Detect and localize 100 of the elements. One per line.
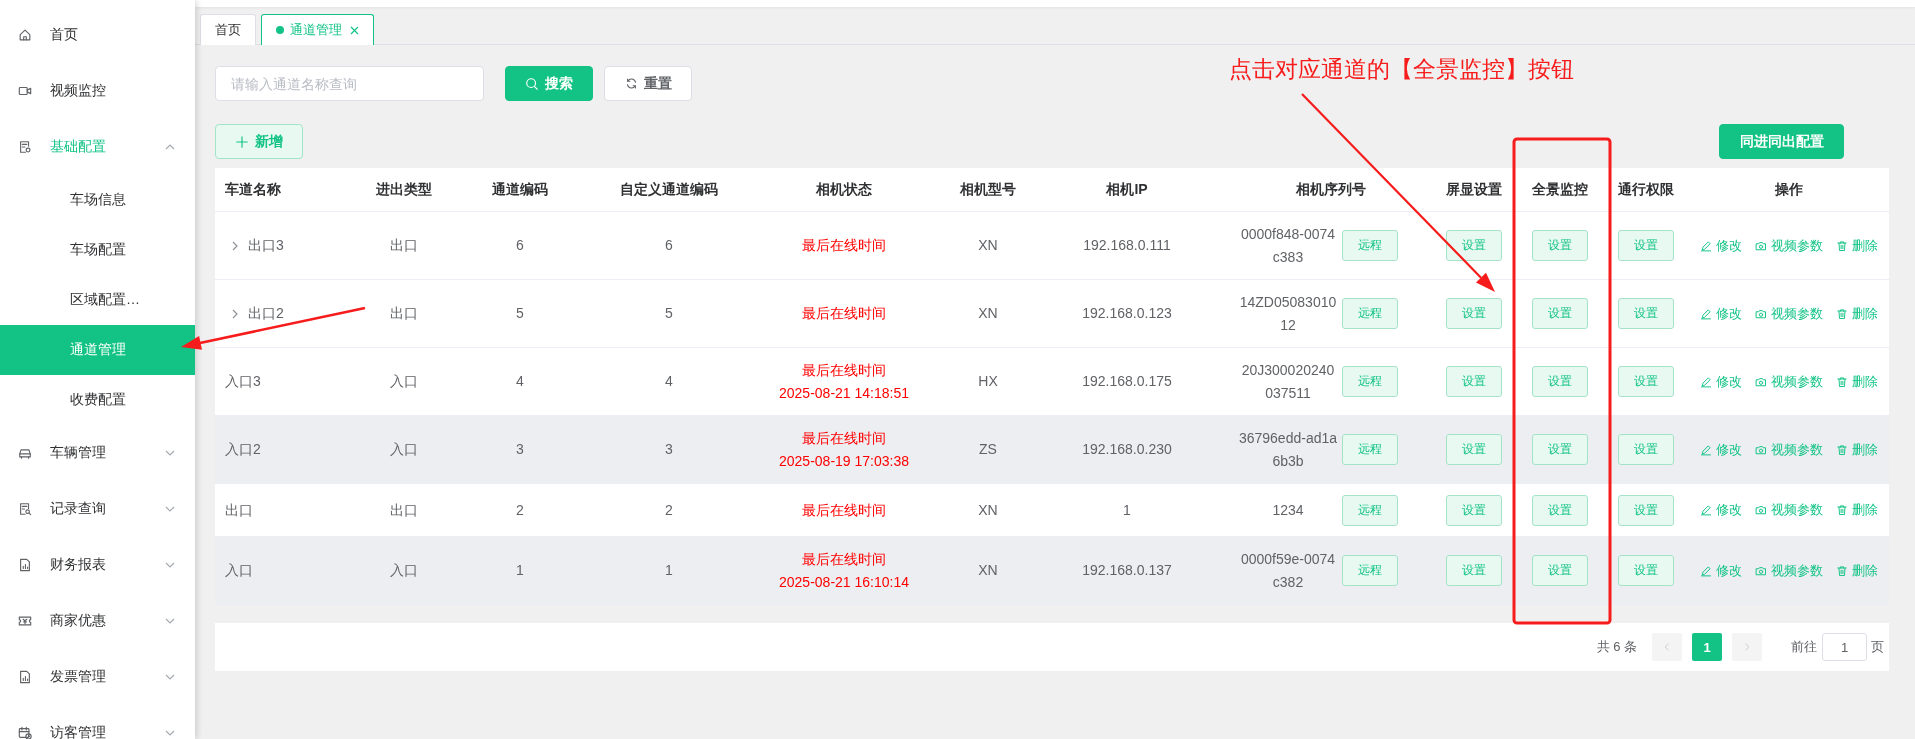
sidebar-item[interactable]: 财务报表	[0, 537, 195, 593]
sidebar-item[interactable]: 发票管理	[0, 649, 195, 705]
plus-icon	[235, 134, 249, 149]
settings-button[interactable]: 设置	[1532, 555, 1588, 586]
sidebar-item[interactable]: 首页	[0, 7, 195, 63]
home-icon	[18, 28, 32, 42]
edit-link[interactable]: 修改	[1699, 304, 1742, 323]
settings-button[interactable]: 设置	[1446, 366, 1502, 397]
remote-button[interactable]: 远程	[1342, 555, 1398, 586]
edit-link[interactable]: 修改	[1699, 372, 1742, 391]
settings-button[interactable]: 设置	[1446, 555, 1502, 586]
sidebar-item[interactable]: 记录查询	[0, 481, 195, 537]
delete-link[interactable]: 删除	[1835, 501, 1878, 519]
settings-button[interactable]: 设置	[1617, 494, 1674, 526]
search-icon	[525, 76, 539, 91]
table-cell-text: 出口	[225, 500, 253, 520]
sidebar-subitem[interactable]: 收费配置	[0, 375, 195, 425]
add-button[interactable]: 新增	[215, 124, 303, 159]
table-cell-text: 6	[516, 236, 524, 255]
settings-button[interactable]: 设置	[1446, 298, 1502, 329]
delete-link[interactable]: 删除	[1835, 561, 1878, 580]
sync-config-button[interactable]: 同进同出配置	[1719, 124, 1844, 159]
edit-link[interactable]: 修改	[1699, 236, 1742, 255]
timestamp-text: 2025-08-21 16:10:14	[779, 572, 909, 592]
sidebar-item[interactable]: 访客管理	[0, 705, 195, 739]
page-button[interactable]: 1	[1692, 633, 1722, 661]
annotation-text: 点击对应通道的【全景监控】按钮	[1229, 56, 1574, 84]
delete-link[interactable]: 删除	[1835, 236, 1878, 255]
remote-button[interactable]: 远程	[1342, 494, 1398, 526]
settings-button[interactable]: 设置	[1532, 434, 1588, 465]
video-params-link[interactable]: 视频参数	[1754, 501, 1823, 519]
sidebar-subitem[interactable]: 区域配置…	[0, 275, 195, 325]
video-params-link[interactable]: 视频参数	[1754, 561, 1823, 580]
table-cell-text: 入口2	[225, 440, 261, 459]
camera-icon	[1754, 239, 1767, 252]
chevron-right-icon[interactable]	[231, 239, 239, 252]
search-field[interactable]: 请输入通道名称查询	[215, 66, 484, 101]
sidebar-item[interactable]: 商家优惠	[0, 593, 195, 649]
settings-button[interactable]: 设置	[1617, 555, 1674, 586]
reset-button[interactable]: 重置	[604, 66, 692, 101]
chevron-left-icon	[1662, 642, 1672, 652]
column-header: 屏显设置	[1446, 181, 1502, 197]
settings-button[interactable]: 设置	[1532, 366, 1588, 397]
pencil-icon	[1699, 564, 1712, 577]
remote-button[interactable]: 远程	[1342, 230, 1398, 261]
page-suffix: 页	[1871, 638, 1884, 656]
settings-button[interactable]: 设置	[1532, 230, 1588, 261]
sidebar-item[interactable]: 视频监控	[0, 63, 195, 119]
table-cell-text: 3	[665, 440, 673, 459]
edit-link[interactable]: 修改	[1699, 561, 1742, 580]
table-cell-text: 192.168.0.111	[1083, 236, 1171, 255]
camera-icon	[1754, 564, 1767, 577]
delete-link[interactable]: 删除	[1835, 440, 1878, 459]
table-cell-text: 1	[665, 561, 673, 580]
search-button[interactable]: 搜索	[505, 66, 593, 101]
refresh-icon	[624, 77, 638, 90]
remote-button[interactable]: 远程	[1342, 366, 1398, 397]
settings-button[interactable]: 设置	[1446, 230, 1502, 261]
table-cell-text: 4	[665, 372, 673, 391]
camera-icon	[1754, 307, 1767, 320]
edit-link[interactable]: 修改	[1699, 501, 1742, 519]
sidebar-subitem[interactable]: 车场配置	[0, 225, 195, 275]
settings-button[interactable]: 设置	[1617, 298, 1674, 329]
table-cell-text: XN	[978, 500, 998, 520]
settings-button[interactable]: 设置	[1532, 298, 1588, 329]
camera-icon	[1754, 443, 1767, 456]
video-params-link[interactable]: 视频参数	[1754, 440, 1823, 459]
settings-button[interactable]: 设置	[1617, 434, 1674, 465]
video-camera-icon	[18, 84, 32, 98]
sidebar-item[interactable]: 基础配置	[0, 119, 195, 175]
video-params-link[interactable]: 视频参数	[1754, 372, 1823, 391]
column-header: 进出类型	[376, 181, 432, 197]
delete-link[interactable]: 删除	[1835, 304, 1878, 323]
sidebar-subitem[interactable]: 车场信息	[0, 175, 195, 225]
video-params-link[interactable]: 视频参数	[1754, 236, 1823, 255]
table-cell-text: 入口3	[225, 372, 261, 391]
delete-link[interactable]: 删除	[1835, 372, 1878, 391]
edit-link[interactable]: 修改	[1699, 440, 1742, 459]
document-icon	[18, 140, 32, 154]
settings-button[interactable]: 设置	[1446, 434, 1502, 465]
tab[interactable]: 通道管理	[261, 14, 374, 45]
status-dot-icon	[276, 26, 284, 34]
serial-number: 0000f59e-0074c382	[1239, 549, 1337, 592]
settings-button[interactable]: 设置	[1617, 230, 1674, 261]
chevron-right-icon[interactable]	[231, 307, 239, 320]
settings-button[interactable]: 设置	[1532, 494, 1588, 526]
close-icon[interactable]	[350, 25, 359, 35]
video-params-link[interactable]: 视频参数	[1754, 304, 1823, 323]
column-header: 车道名称	[225, 181, 281, 197]
table-cell-text: 出口	[390, 500, 418, 520]
page-input[interactable]: 1	[1822, 633, 1867, 661]
sidebar-subitem[interactable]: 通道管理	[0, 325, 195, 375]
trash-icon	[1835, 239, 1848, 252]
settings-button[interactable]: 设置	[1446, 494, 1502, 526]
remote-button[interactable]: 远程	[1342, 434, 1398, 465]
sidebar-item[interactable]: 车辆管理	[0, 425, 195, 481]
settings-button[interactable]: 设置	[1617, 366, 1674, 397]
serial-number: 36796edd-ad1a6b3b	[1238, 428, 1338, 471]
tab[interactable]: 首页	[200, 14, 256, 45]
remote-button[interactable]: 远程	[1342, 298, 1398, 329]
